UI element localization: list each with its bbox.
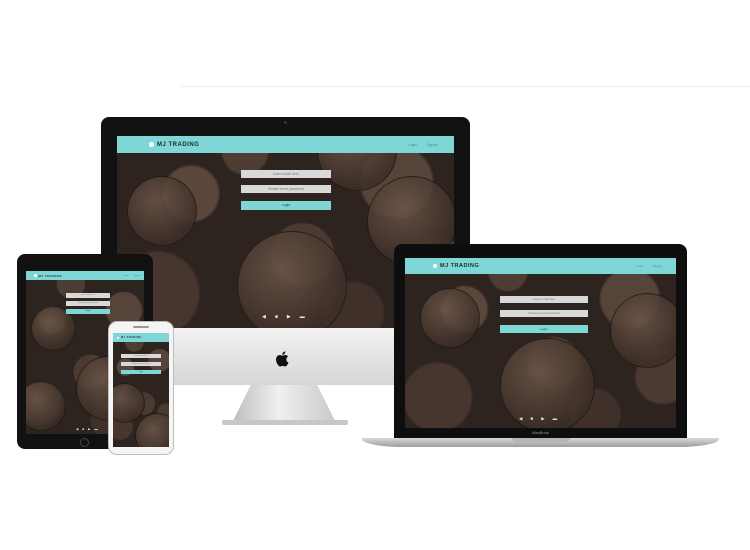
site-navbar: MJ TRADING Login Signup — [405, 258, 676, 274]
speaker — [133, 326, 149, 328]
email-field[interactable]: Insert email here — [121, 354, 161, 358]
coin-image — [26, 381, 66, 431]
email-field[interactable]: Insert email here — [241, 170, 331, 178]
site-navbar: MJ TRADING Login Signup — [117, 136, 454, 153]
social-icon[interactable]: ◀ — [262, 314, 266, 320]
password-field[interactable]: Please insert password — [121, 362, 161, 366]
coin-image — [420, 288, 480, 348]
brand-icon — [149, 142, 154, 147]
social-icon[interactable]: ▬ — [300, 314, 305, 320]
coin-image — [610, 293, 676, 368]
site-navbar: MJ TRADING — [113, 333, 169, 342]
imac-stand — [232, 385, 336, 423]
social-icon[interactable]: ◀ — [76, 427, 78, 431]
home-button[interactable] — [80, 438, 89, 447]
macbook-screen: MJ TRADING Login Signup Insert email her… — [405, 258, 676, 428]
nav-login-link[interactable]: Login — [124, 275, 129, 277]
login-button[interactable]: Login — [121, 370, 161, 374]
nav-signup-link[interactable]: Signup — [653, 264, 662, 268]
password-field[interactable]: Please insert password — [66, 301, 110, 306]
iphone-screen: MJ TRADING Insert email here Please inse… — [113, 333, 169, 447]
nav-login-link[interactable]: Login — [636, 264, 643, 268]
nav-signup-link[interactable]: Signup — [134, 275, 140, 277]
password-field[interactable]: Please insert password — [500, 310, 588, 317]
brand-logo[interactable]: MJ TRADING — [433, 263, 479, 269]
brand-icon — [34, 274, 37, 277]
macbook-display: MJ TRADING Login Signup Insert email her… — [394, 244, 687, 438]
login-button[interactable]: Login — [241, 201, 331, 210]
email-field[interactable]: Insert email here — [500, 296, 588, 303]
macbook-label: MacBook — [532, 430, 549, 435]
social-icon[interactable]: ▶ — [88, 427, 90, 431]
social-icon[interactable]: ▶ — [541, 416, 544, 422]
coin-image — [113, 383, 145, 423]
social-links: ◀ ■ ▶ ▬ — [76, 427, 97, 431]
site-navbar: MJ TRADING Login Signup — [26, 271, 144, 280]
camera — [284, 121, 287, 124]
social-icon[interactable]: ▶ — [287, 314, 291, 320]
nav-login-link[interactable]: Login — [409, 143, 418, 147]
nav-links: Login Signup — [124, 275, 140, 277]
social-links: ◀ ■ ▶ ▬ — [519, 416, 557, 422]
macbook-base: MacBook — [362, 430, 719, 447]
social-icon[interactable]: ■ — [275, 314, 278, 320]
brand-logo[interactable]: MJ TRADING — [117, 336, 142, 339]
coin-image — [127, 176, 197, 246]
brand-logo[interactable]: MJ TRADING — [149, 142, 199, 148]
login-button[interactable]: Login — [66, 309, 110, 314]
social-icon[interactable]: ▬ — [553, 416, 558, 422]
backdrop-divider — [180, 86, 750, 87]
nav-signup-link[interactable]: Signup — [427, 143, 438, 147]
email-field[interactable]: Insert email here — [66, 293, 110, 298]
nav-links: Login Signup — [636, 264, 668, 268]
coin-image — [500, 338, 595, 428]
coin-image — [135, 413, 169, 447]
password-field[interactable]: Please insert password — [241, 185, 331, 193]
brand-logo[interactable]: MJ TRADING — [34, 274, 62, 278]
macbook-notch — [512, 438, 570, 442]
social-icon[interactable]: ■ — [82, 427, 84, 431]
social-links: ◀ ■ ▶ ▬ — [262, 314, 305, 320]
social-icon[interactable]: ◀ — [519, 416, 522, 422]
brand-icon — [433, 264, 437, 268]
brand-icon — [117, 336, 119, 339]
apple-logo-icon — [276, 351, 289, 367]
social-icon[interactable]: ▬ — [94, 427, 97, 431]
iphone-device: MJ TRADING Insert email here Please inse… — [108, 321, 174, 455]
nav-links: Login Signup — [409, 143, 446, 147]
login-button[interactable]: Login — [500, 325, 588, 333]
imac-foot — [222, 420, 348, 425]
social-icon[interactable]: ■ — [530, 416, 533, 422]
